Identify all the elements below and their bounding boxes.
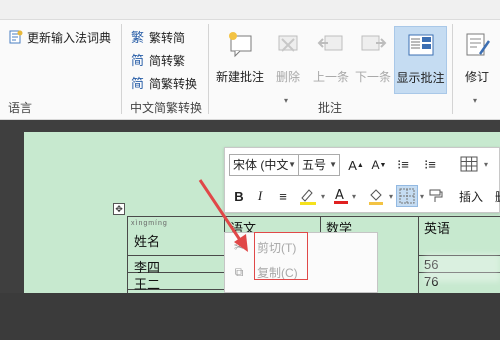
svg-text:简: 简 bbox=[131, 53, 144, 68]
table-border bbox=[418, 216, 419, 293]
new-comment-icon bbox=[224, 28, 256, 60]
svg-text:简: 简 bbox=[131, 76, 144, 91]
delete-comment-button[interactable]: 删除 ▾ bbox=[268, 26, 308, 105]
simplified-to-traditional-button[interactable]: 简 简转繁 bbox=[130, 51, 185, 69]
annotation-arrow-icon bbox=[198, 179, 248, 252]
numbering-icon[interactable]: ⁝≡ bbox=[417, 155, 443, 175]
annotation-highlight-box bbox=[254, 232, 308, 280]
table-border bbox=[127, 216, 500, 217]
bottom-dark-area bbox=[0, 293, 500, 340]
update-ime-dictionary-button[interactable]: 更新输入法词典 bbox=[8, 28, 111, 46]
next-comment-icon bbox=[357, 28, 389, 60]
chevron-down-icon: ▾ bbox=[420, 192, 425, 201]
highlight-icon[interactable] bbox=[296, 185, 320, 207]
chinese-conversion-icon: 简 bbox=[131, 76, 144, 91]
chevron-down-icon: ▾ bbox=[473, 96, 478, 105]
mini-toolbar: 宋体 (中文 ▼ 五号 ▼ A ▲ A ▼ ⁝≡ ⁝≡ ▾ B I ≡ ▾ A ▾ … bbox=[224, 147, 500, 213]
conversion-group-label: 中文简繁转换 bbox=[130, 101, 203, 115]
new-comment-button[interactable]: 新建批注 bbox=[213, 26, 267, 94]
group-separator bbox=[452, 24, 453, 114]
show-comments-button[interactable]: 显示批注 bbox=[394, 26, 447, 94]
chevron-down-icon: ▼ bbox=[329, 160, 337, 169]
bullets-icon[interactable]: ⁝≡ bbox=[391, 155, 415, 175]
track-changes-icon bbox=[461, 28, 493, 60]
ribbon-tab-strip bbox=[0, 0, 500, 20]
font-size-combo[interactable]: 五号 ▼ bbox=[298, 154, 340, 176]
table-border bbox=[320, 216, 321, 232]
align-center-icon[interactable]: ≡ bbox=[272, 185, 294, 207]
ribbon: 更新输入法词典 语言 繁 繁转简 简 简转繁 简 简繁转换 中文简繁转换 新建批… bbox=[0, 0, 500, 120]
table-header-english[interactable]: 英语 bbox=[424, 218, 450, 237]
chinese-conversion-label: 简繁转换 bbox=[149, 76, 198, 91]
insert-label[interactable]: 插入 bbox=[459, 188, 483, 205]
format-painter-icon[interactable] bbox=[426, 185, 446, 207]
delete-comment-label: 删除 bbox=[275, 70, 300, 84]
update-ime-dictionary-label: 更新输入法词典 bbox=[27, 30, 112, 45]
borders-icon[interactable] bbox=[396, 185, 418, 207]
table-border bbox=[127, 216, 128, 293]
pinyin-annotation: xìngmíng bbox=[131, 220, 168, 227]
table-grid-icon[interactable] bbox=[457, 153, 481, 175]
chevron-down-icon: ▾ bbox=[321, 192, 326, 201]
show-comments-label: 显示批注 bbox=[396, 71, 445, 85]
delete-comment-icon bbox=[272, 28, 304, 60]
chevron-down-icon: ▾ bbox=[389, 192, 394, 201]
simplified-to-traditional-label: 简转繁 bbox=[149, 53, 186, 68]
previous-comment-label: 上一条 bbox=[312, 70, 349, 84]
traditional-to-simplified-icon: 繁 bbox=[131, 30, 144, 45]
table-cell[interactable]: 王二 bbox=[134, 274, 160, 293]
svg-text:繁: 繁 bbox=[131, 30, 144, 45]
watermark-blur bbox=[424, 254, 500, 282]
chevron-down-icon: ▾ bbox=[284, 96, 289, 105]
previous-comment-button[interactable]: 上一条 bbox=[310, 26, 352, 94]
show-comments-icon bbox=[405, 29, 437, 61]
comments-group-label: 批注 bbox=[318, 101, 343, 115]
chinese-conversion-button[interactable]: 简 简繁转换 bbox=[130, 74, 197, 92]
chevron-down-icon: ▾ bbox=[352, 192, 357, 201]
next-comment-label: 下一条 bbox=[354, 70, 391, 84]
language-group-label: 语言 bbox=[8, 101, 33, 115]
previous-comment-icon bbox=[315, 28, 347, 60]
font-name-value: 宋体 (中文 bbox=[233, 158, 289, 172]
group-separator bbox=[121, 24, 122, 114]
grow-font-icon[interactable]: A ▲ bbox=[345, 155, 367, 175]
next-comment-button[interactable]: 下一条 bbox=[352, 26, 394, 94]
track-changes-label: 修订 bbox=[464, 70, 489, 84]
delete-label[interactable]: 删除 bbox=[495, 188, 500, 205]
shrink-font-icon[interactable]: A ▼ bbox=[368, 155, 390, 175]
track-changes-button[interactable]: 修订 ▾ bbox=[458, 26, 496, 105]
dictionary-icon bbox=[9, 30, 23, 44]
new-comment-label: 新建批注 bbox=[215, 70, 264, 84]
font-name-combo[interactable]: 宋体 (中文 ▼ bbox=[229, 154, 299, 176]
group-separator bbox=[208, 24, 209, 114]
chevron-down-icon: ▾ bbox=[484, 160, 489, 169]
table-header-name[interactable]: 姓名 bbox=[134, 231, 160, 250]
table-move-handle-icon[interactable]: ✥ bbox=[113, 203, 125, 215]
font-color-icon[interactable]: A bbox=[331, 185, 351, 207]
simplified-to-traditional-icon: 简 bbox=[131, 53, 144, 68]
copy-icon: ⧉ bbox=[234, 264, 244, 279]
traditional-to-simplified-button[interactable]: 繁 繁转简 bbox=[130, 28, 185, 46]
traditional-to-simplified-label: 繁转简 bbox=[149, 30, 186, 45]
font-size-value: 五号 bbox=[302, 158, 327, 172]
shading-icon[interactable] bbox=[365, 185, 387, 207]
svg-text:A: A bbox=[335, 188, 344, 203]
chevron-down-icon: ▼ bbox=[288, 160, 296, 169]
